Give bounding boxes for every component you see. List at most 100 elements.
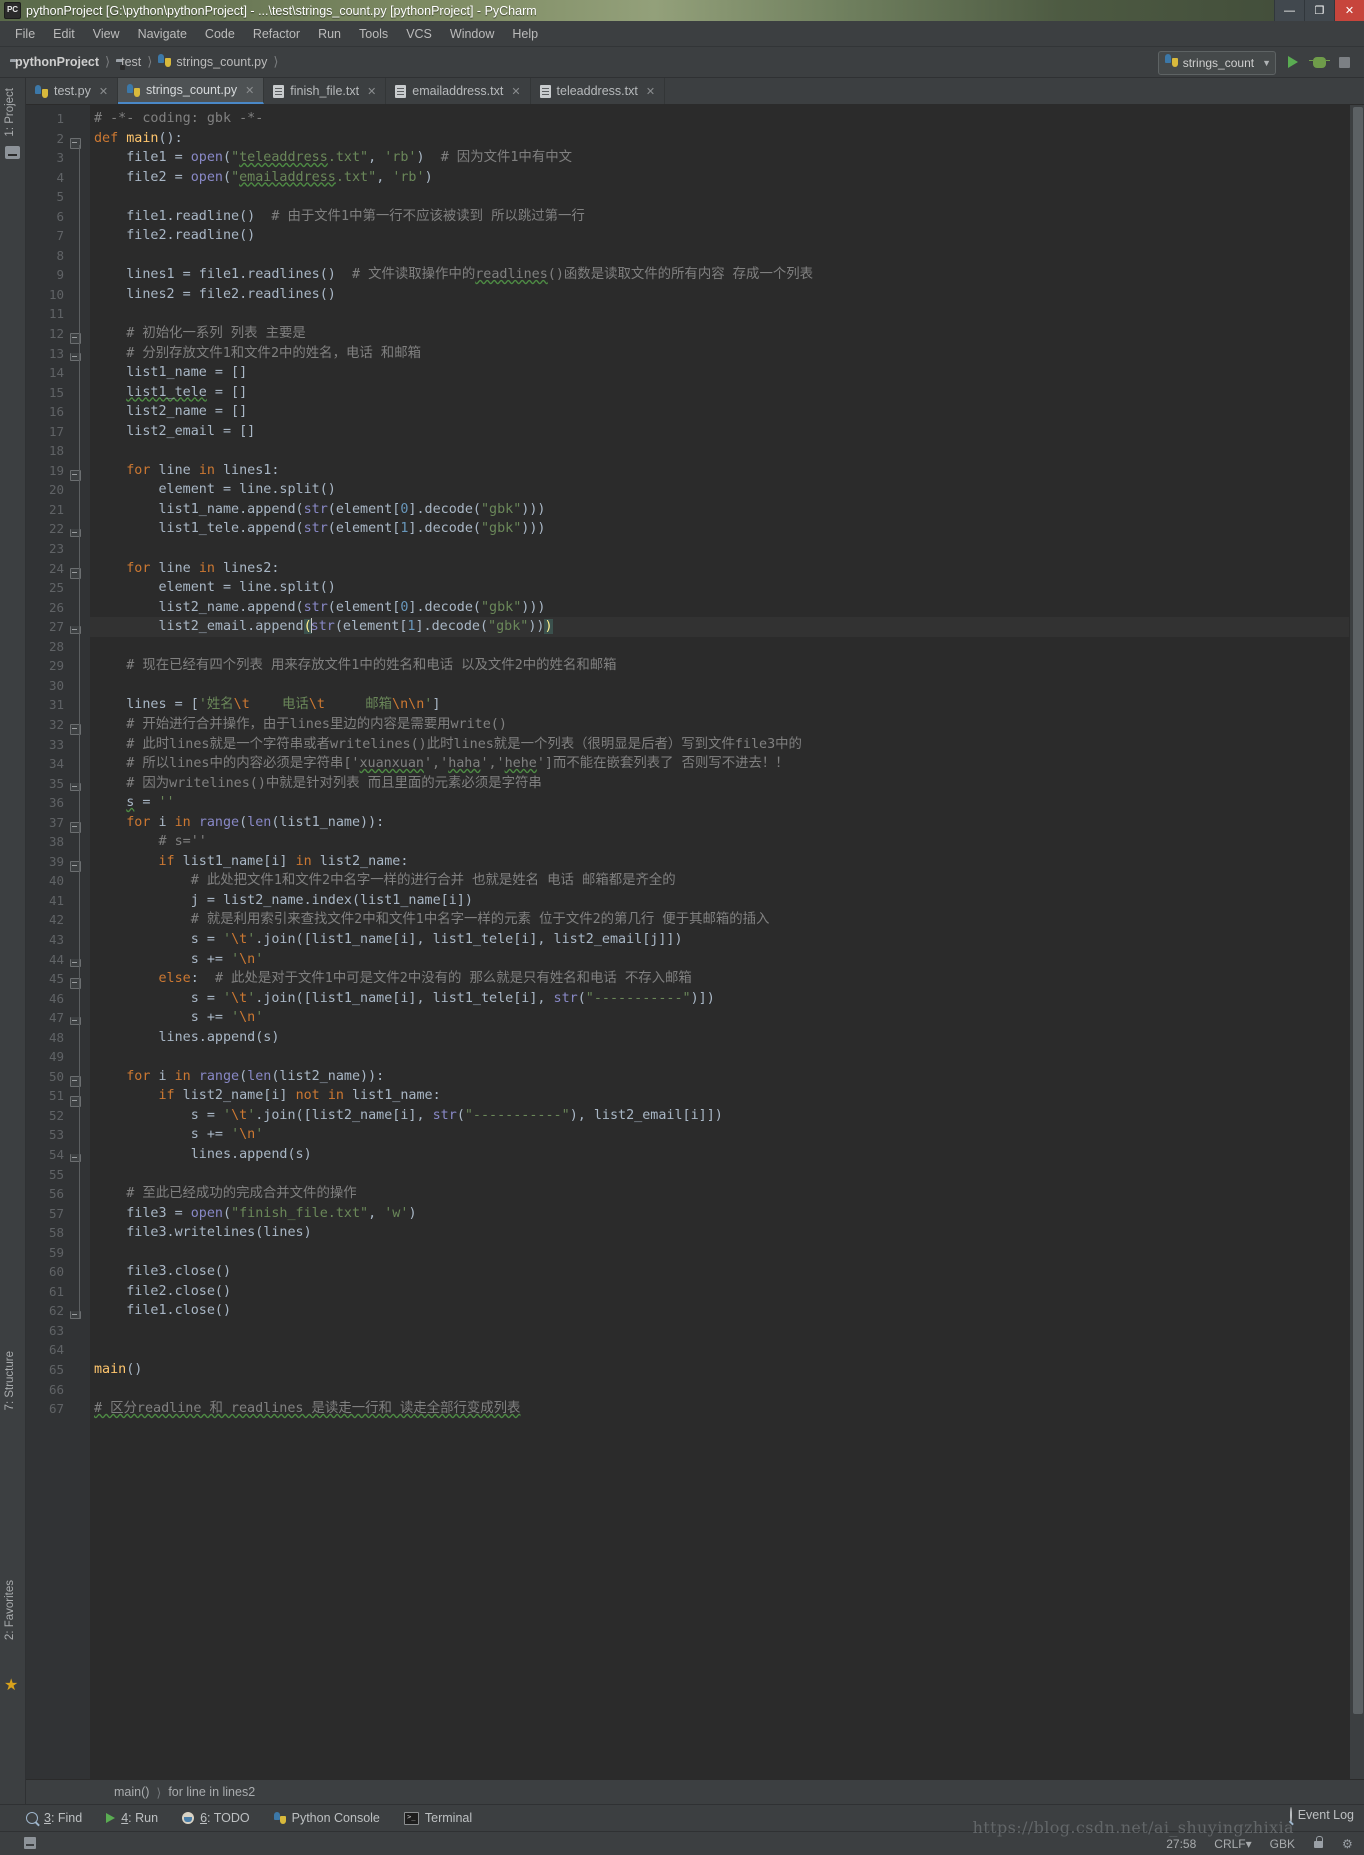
- code-line[interactable]: list2_name = []: [90, 402, 1349, 422]
- code-line[interactable]: s = '\t'.join([list2_name[i], str("-----…: [90, 1106, 1349, 1126]
- code-line[interactable]: # 此时lines就是一个字符串或者writelines()此时lines就是一…: [90, 735, 1349, 755]
- code-line[interactable]: # 至此已经成功的完成合并文件的操作: [90, 1184, 1349, 1204]
- menu-edit[interactable]: Edit: [44, 25, 84, 43]
- close-icon[interactable]: ✕: [646, 85, 655, 98]
- tab-finish-file-txt[interactable]: finish_file.txt ✕: [264, 78, 386, 104]
- menu-tools[interactable]: Tools: [350, 25, 397, 43]
- code-line[interactable]: for line in lines1:: [90, 461, 1349, 481]
- code-line[interactable]: # 因为writelines()中就是针对列表 而且里面的元素必须是字符串: [90, 774, 1349, 794]
- menu-help[interactable]: Help: [503, 25, 547, 43]
- tab-emailaddress-txt[interactable]: emailaddress.txt ✕: [386, 78, 530, 104]
- code-line[interactable]: if list2_name[i] not in list1_name:: [90, 1086, 1349, 1106]
- sidebar-item-project[interactable]: 1: Project: [0, 84, 21, 141]
- menu-file[interactable]: File: [6, 25, 44, 43]
- tab-test-py[interactable]: test.py ✕: [26, 78, 118, 104]
- close-icon[interactable]: ✕: [367, 85, 376, 98]
- code-line[interactable]: # s='': [90, 832, 1349, 852]
- code-line[interactable]: element = line.split(): [90, 578, 1349, 598]
- favorites-star-icon[interactable]: ★: [4, 1678, 18, 1694]
- code-line[interactable]: main(): [90, 1360, 1349, 1380]
- line-number-gutter[interactable]: 1234567891011121314151617181920212223242…: [26, 105, 90, 1779]
- code-line[interactable]: if list1_name[i] in list2_name:: [90, 852, 1349, 872]
- code-editor[interactable]: 1234567891011121314151617181920212223242…: [26, 105, 1364, 1779]
- code-line[interactable]: list2_email.append(str(element[1].decode…: [90, 617, 1349, 637]
- menu-window[interactable]: Window: [441, 25, 503, 43]
- breadcrumb-item-file[interactable]: strings_count.py: [158, 54, 267, 70]
- code-line[interactable]: lines.append(s): [90, 1145, 1349, 1165]
- code-line[interactable]: file1.readline() # 由于文件1中第一行不应该被读到 所以跳过第…: [90, 207, 1349, 227]
- menu-code[interactable]: Code: [196, 25, 244, 43]
- code-text[interactable]: # -*- coding: gbk -*-def main(): file1 =…: [90, 105, 1349, 1779]
- tool-window-terminal[interactable]: >_ Terminal: [404, 1811, 472, 1825]
- code-line[interactable]: [90, 1380, 1349, 1400]
- run-configuration-selector[interactable]: strings_count ▼: [1158, 51, 1276, 75]
- event-log-button[interactable]: Event Log: [1290, 1808, 1354, 1822]
- toggle-tool-windows-icon[interactable]: [24, 1837, 36, 1849]
- debug-button[interactable]: [1307, 51, 1331, 73]
- code-line[interactable]: [90, 1165, 1349, 1185]
- close-button[interactable]: ✕: [1334, 0, 1364, 21]
- code-line[interactable]: [90, 187, 1349, 207]
- menu-vcs[interactable]: VCS: [397, 25, 441, 43]
- maximize-button[interactable]: ❐: [1304, 0, 1334, 21]
- sidebar-item-structure[interactable]: 7: Structure: [0, 1347, 21, 1414]
- lock-icon[interactable]: [1313, 1836, 1324, 1851]
- code-line[interactable]: element = line.split(): [90, 480, 1349, 500]
- code-line[interactable]: [90, 246, 1349, 266]
- breadcrumb-scope-loop[interactable]: for line in lines2: [168, 1785, 255, 1799]
- tool-window-find[interactable]: 3: Find: [26, 1811, 82, 1825]
- run-button[interactable]: [1281, 51, 1305, 73]
- close-icon[interactable]: ✕: [245, 84, 254, 97]
- code-line[interactable]: list2_email = []: [90, 422, 1349, 442]
- close-icon[interactable]: ✕: [511, 85, 520, 98]
- code-line[interactable]: s += '\n': [90, 1008, 1349, 1028]
- code-line[interactable]: [90, 539, 1349, 559]
- code-line[interactable]: # -*- coding: gbk -*-: [90, 109, 1349, 129]
- code-line[interactable]: s = '\t'.join([list1_name[i], list1_tele…: [90, 930, 1349, 950]
- breadcrumb-item-project[interactable]: pythonProject: [10, 55, 99, 69]
- menu-refactor[interactable]: Refactor: [244, 25, 309, 43]
- breadcrumb-scope-main[interactable]: main(): [114, 1785, 149, 1799]
- code-line[interactable]: file1 = open("teleaddress.txt", 'rb') # …: [90, 148, 1349, 168]
- code-line[interactable]: else: # 此处是对于文件1中可是文件2中没有的 那么就是只有姓名和电话 不…: [90, 969, 1349, 989]
- code-line[interactable]: # 区分readline 和 readlines 是读走一行和 读走全部行变成列…: [90, 1399, 1349, 1419]
- code-line[interactable]: # 所以lines中的内容必须是字符串['xuanxuan','haha','h…: [90, 754, 1349, 774]
- code-line[interactable]: # 现在已经有四个列表 用来存放文件1中的姓名和电话 以及文件2中的姓名和邮箱: [90, 656, 1349, 676]
- menu-view[interactable]: View: [84, 25, 129, 43]
- code-line[interactable]: list2_name.append(str(element[0].decode(…: [90, 598, 1349, 618]
- code-line[interactable]: [90, 441, 1349, 461]
- code-line[interactable]: lines2 = file2.readlines(): [90, 285, 1349, 305]
- code-line[interactable]: for line in lines2:: [90, 559, 1349, 579]
- code-line[interactable]: [90, 1047, 1349, 1067]
- file-encoding[interactable]: GBK: [1270, 1837, 1295, 1851]
- code-line[interactable]: def main():: [90, 129, 1349, 149]
- minimize-button[interactable]: —: [1274, 0, 1304, 21]
- inspection-icon[interactable]: ⚙: [1342, 1837, 1356, 1851]
- sidebar-item-favorites[interactable]: 2: Favorites: [0, 1576, 21, 1644]
- project-files-icon[interactable]: [5, 146, 20, 159]
- code-line[interactable]: lines = ['姓名\t 电话\t 邮箱\n\n']: [90, 695, 1349, 715]
- code-line[interactable]: # 初始化一系列 列表 主要是: [90, 324, 1349, 344]
- code-line[interactable]: list1_tele.append(str(element[1].decode(…: [90, 519, 1349, 539]
- close-icon[interactable]: ✕: [99, 85, 108, 98]
- caret-position[interactable]: 27:58: [1166, 1837, 1196, 1851]
- code-line[interactable]: j = list2_name.index(list1_name[i]): [90, 891, 1349, 911]
- tool-window-todo[interactable]: 6: TODO: [182, 1811, 250, 1825]
- code-line[interactable]: for i in range(len(list2_name)):: [90, 1067, 1349, 1087]
- code-line[interactable]: file2 = open("emailaddress.txt", 'rb'): [90, 168, 1349, 188]
- code-line[interactable]: s += '\n': [90, 950, 1349, 970]
- code-line[interactable]: file3 = open("finish_file.txt", 'w'): [90, 1204, 1349, 1224]
- editor-marker-bar[interactable]: [1349, 105, 1364, 1779]
- menu-run[interactable]: Run: [309, 25, 350, 43]
- code-line[interactable]: file3.close(): [90, 1262, 1349, 1282]
- breadcrumb-item-test[interactable]: test: [116, 55, 141, 69]
- editor-scrollbar-thumb[interactable]: [1353, 107, 1363, 1714]
- code-line[interactable]: file3.writelines(lines): [90, 1223, 1349, 1243]
- code-line[interactable]: s = '\t'.join([list1_name[i], list1_tele…: [90, 989, 1349, 1009]
- menu-navigate[interactable]: Navigate: [129, 25, 196, 43]
- code-line[interactable]: # 就是利用索引来查找文件2中和文件1中名字一样的元素 位于文件2的第几行 便于…: [90, 910, 1349, 930]
- code-line[interactable]: lines1 = file1.readlines() # 文件读取操作中的rea…: [90, 265, 1349, 285]
- code-line[interactable]: list1_name = []: [90, 363, 1349, 383]
- code-line[interactable]: [90, 1321, 1349, 1341]
- code-line[interactable]: lines.append(s): [90, 1028, 1349, 1048]
